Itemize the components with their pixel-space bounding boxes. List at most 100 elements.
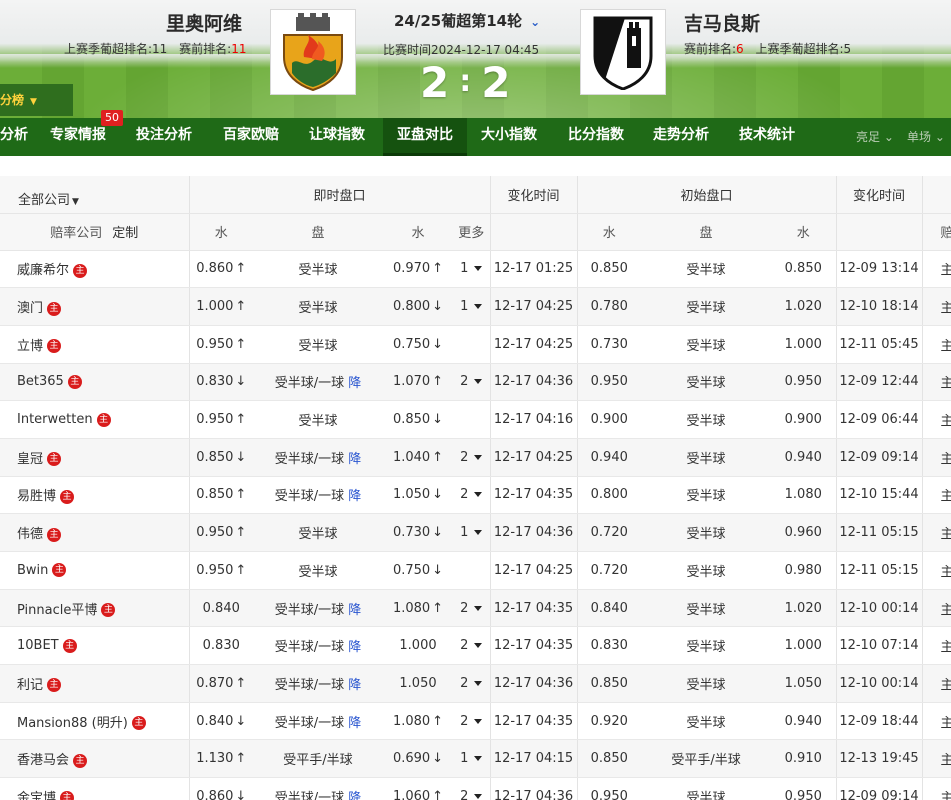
live-water-home: 0.840 [188, 589, 253, 628]
tab-analysis[interactable]: 分析 [0, 118, 28, 156]
ranking-button[interactable]: 分榜 ▼ [0, 84, 73, 116]
init-water-away: 0.940 [771, 702, 837, 741]
away-team-name[interactable]: 吉马良斯 [684, 9, 760, 36]
company-cell[interactable]: 威廉希尔主 [0, 250, 189, 289]
company-cell[interactable]: 皇冠主 [0, 438, 189, 477]
customize-link[interactable]: 定制 [112, 226, 138, 241]
odds-row[interactable]: 10BET 主 0.830 受半球/一球降 1.000 2 12-17 04:35 0.830… [0, 626, 951, 666]
odds-row[interactable]: 易胜博主 0.850 ↑ 受半球/一球降 1.050 ↓ 2 12-17 04:35 0.800… [0, 476, 951, 515]
more-cell[interactable]: 1 [453, 287, 491, 326]
odds-row[interactable]: 威廉希尔主 0.860 ↑ 受半球 0.970 ↑ 1 12-17 01:25 0.850 受半球… [0, 250, 951, 289]
more-cell[interactable]: 1 [453, 739, 491, 779]
arrow-down-icon: ↓ [235, 374, 247, 390]
company-name: 香港马会 [17, 753, 70, 769]
away-team-logo[interactable] [580, 9, 666, 95]
single-match-select[interactable]: 单场 ⌄ [907, 128, 945, 145]
company-cell[interactable]: 金宝博主 [0, 777, 189, 800]
more-cell[interactable]: 2 [453, 589, 491, 628]
tab-trend-analysis[interactable]: 走势分析 [653, 118, 709, 156]
league-round-selector[interactable]: 24/25葡超第14轮 ⌄ [394, 10, 540, 31]
company-cell[interactable]: Bet365 主 [0, 363, 189, 402]
away-pre-match-rank-value: 6 [736, 42, 744, 56]
change-time: 12-17 04:25 [489, 287, 578, 326]
tab-over-under[interactable]: 大小指数 [481, 118, 537, 156]
odds-row[interactable]: 金宝博主 0.860 ↓ 受半球/一球降 1.060 ↑ 2 12-17 04:36 0.950… [0, 777, 951, 800]
company-cell[interactable]: Bwin 主 [0, 551, 189, 590]
company-name: 金宝博 [17, 790, 57, 800]
more-cell[interactable]: 2 [453, 664, 491, 703]
more-cell[interactable]: 1 [453, 250, 491, 289]
company-cell[interactable]: Interwetten 主 [0, 400, 189, 439]
company-name: Interwetten [17, 412, 93, 428]
init-water-away: 0.950 [771, 363, 837, 402]
live-handicap-header: 盘 [253, 213, 383, 251]
company-cell[interactable]: 立博主 [0, 325, 189, 364]
company-cell[interactable]: Pinnacle平博主 [0, 589, 189, 628]
more-count: 2 [460, 713, 469, 729]
more-cell [453, 325, 491, 364]
company-cell[interactable]: 易胜博主 [0, 476, 189, 515]
odds-row[interactable]: 立博主 0.950 ↑ 受半球 0.750 ↓ 12-17 04:25 0.730 受半球 1.0… [0, 325, 951, 364]
home-team-logo[interactable] [270, 9, 356, 95]
odds-row[interactable]: Pinnacle平博主 0.840 受半球/一球降 1.080 ↑ 2 12-17 04:3… [0, 589, 951, 628]
odds-cut-cell: 主 [921, 476, 951, 515]
home-team-name[interactable]: 里奥阿维 [166, 9, 242, 36]
odds-row[interactable]: 皇冠主 0.850 ↓ 受半球/一球降 1.040 ↑ 2 12-17 04:25 0.940 受… [0, 438, 951, 477]
live-water-away: 1.080 ↑ [383, 589, 453, 628]
chevron-down-icon: ⌄ [883, 130, 894, 144]
init-water-home: 0.800 [576, 476, 642, 515]
tab-tech-stats[interactable]: 技术统计 [739, 118, 795, 156]
more-cell[interactable]: 2 [453, 438, 491, 477]
more-cell[interactable]: 2 [453, 777, 491, 800]
company-cell[interactable]: Mansion88 (明升) 主 [0, 702, 189, 741]
brightness-select[interactable]: 亮足 ⌄ [856, 128, 894, 145]
live-water-home-value: 1.130 [196, 751, 234, 767]
init-change-time: 12-09 13:14 [835, 250, 923, 289]
init-change-time: 12-11 05:15 [835, 513, 923, 552]
host-badge-icon: 主 [60, 791, 75, 800]
expert-info-badge: 50 [101, 110, 123, 126]
live-water-home-value: 0.950 [196, 525, 234, 541]
live-handicap-value: 受半球/一球 [274, 602, 345, 618]
odds-row[interactable]: Interwetten 主 0.950 ↑ 受半球 0.850 ↓ 12-17 04:16 0.… [0, 400, 951, 439]
init-handicap: 受半球 [641, 250, 772, 289]
all-company-dropdown[interactable]: 全部公司 ▼ [0, 176, 189, 214]
live-water-home: 0.860 ↑ [188, 250, 253, 289]
away-prev-season-rank: 上赛季葡超排名:5 [755, 42, 852, 56]
tab-correct-score[interactable]: 比分指数 [568, 118, 624, 156]
triangle-down-icon [474, 793, 483, 799]
more-cell[interactable]: 2 [453, 626, 491, 666]
live-water-away-value: 1.050 [399, 675, 437, 691]
company-cell[interactable]: 伟德主 [0, 513, 189, 552]
league-round-label: 24/25葡超第14轮 [394, 12, 523, 30]
company-cell[interactable]: 10BET 主 [0, 626, 189, 666]
odds-row[interactable]: Bet365 主 0.830 ↓ 受半球/一球降 1.070 ↑ 2 12-17 04:36 0.… [0, 363, 951, 402]
live-water-home: 0.870 ↑ [188, 664, 253, 703]
tab-handicap-index[interactable]: 让球指数 [309, 118, 365, 156]
odds-table-body: 威廉希尔主 0.860 ↑ 受半球 0.970 ↑ 1 12-17 01:25 0.850 受半球… [0, 250, 951, 800]
arrow-down-icon: ↓ [235, 713, 247, 729]
tab-expert-info[interactable]: 专家情报 [50, 118, 106, 156]
live-water-away: 1.080 ↑ [383, 702, 453, 741]
live-water-home: 0.840 ↓ [188, 702, 253, 741]
company-cell[interactable]: 利记主 [0, 664, 189, 703]
odds-row[interactable]: 伟德主 0.950 ↑ 受半球 0.730 ↓ 1 12-17 04:36 0.720 受半球 0.… [0, 513, 951, 552]
tab-asian-handicap[interactable]: 亚盘对比 [383, 118, 467, 156]
company-cell[interactable]: 香港马会主 [0, 739, 189, 779]
odds-row[interactable]: 香港马会主 1.130 ↑ 受平手/半球 0.690 ↓ 1 12-17 04:15 0.850… [0, 739, 951, 779]
tab-betting-analysis[interactable]: 投注分析 [136, 118, 192, 156]
odds-cut-cell: 主 [921, 589, 951, 628]
more-cell[interactable]: 2 [453, 702, 491, 741]
live-water-home-value: 0.850 [196, 449, 234, 465]
more-cell[interactable]: 2 [453, 363, 491, 402]
all-company-label: 全部公司 [18, 192, 71, 208]
tab-european-odds[interactable]: 百家欧赔 [223, 118, 279, 156]
company-cell[interactable]: 澳门主 [0, 287, 189, 326]
arrow-up-icon: ↑ [235, 487, 247, 503]
odds-row[interactable]: Bwin 主 0.950 ↑ 受半球 0.750 ↓ 12-17 04:25 0.720 受半球 0… [0, 551, 951, 590]
more-cell[interactable]: 1 [453, 513, 491, 552]
odds-row[interactable]: Mansion88 (明升) 主 0.840 ↓ 受半球/一球降 1.080 ↑ 2 12-17… [0, 702, 951, 741]
more-cell[interactable]: 2 [453, 476, 491, 515]
odds-row[interactable]: 澳门主 1.000 ↑ 受半球 0.800 ↓ 1 12-17 04:25 0.780 受半球 1.… [0, 287, 951, 326]
odds-row[interactable]: 利记主 0.870 ↑ 受半球/一球降 1.050 2 12-17 04:36 0.850 受半… [0, 664, 951, 703]
